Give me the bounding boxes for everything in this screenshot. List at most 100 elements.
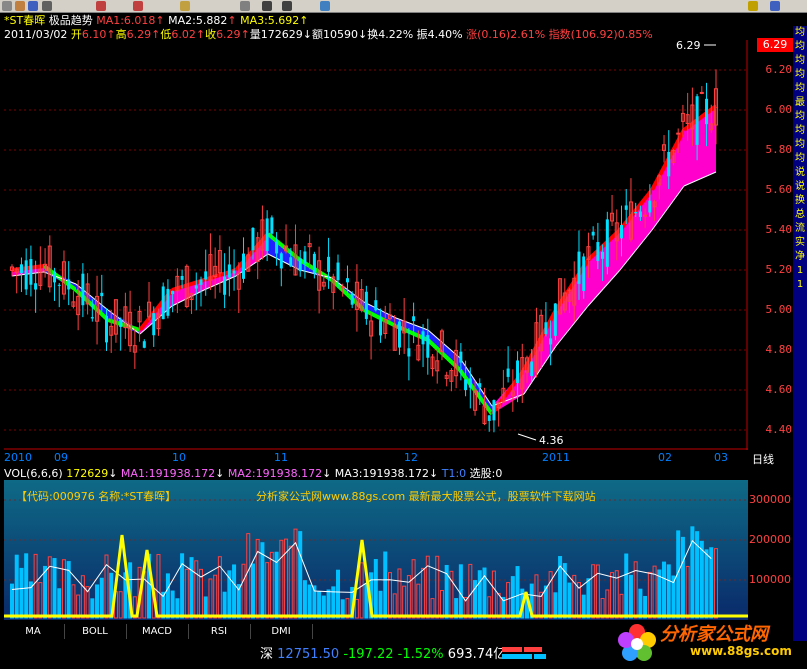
price-tick: 6.20 [765,63,793,76]
volume-bar [699,540,704,619]
bell-icon[interactable] [180,1,190,11]
candle-body [81,273,85,306]
quote-info-line: 2011/03/02 开6.10↑高6.29↑低6.02↑收6.29↑量1726… [4,28,653,41]
right-info-panel[interactable]: 均均均均均最均均均均说说换总流实净11 [793,26,807,646]
vol-current: 172629 [66,467,109,480]
logo-name: 分析家公式网 [660,624,768,645]
price-axis: 6.20 6.00 5.80 5.60 5.40 5.20 5.00 4.80 4.60 4.40 [748,40,794,450]
candle-body [19,264,23,274]
period-label[interactable]: 日线 [752,451,774,467]
volume-bar [402,585,407,619]
zoom-icon[interactable] [240,1,250,11]
volume-bar [354,598,359,619]
candle-body [624,205,628,210]
candle-body [270,217,274,234]
volume-bar [392,593,397,619]
volume-bar [680,536,685,619]
tab-macd[interactable]: MACD [126,624,189,639]
pin-icon-2[interactable] [282,1,292,11]
code-banner: 【代码:000976 名称:*ST春晖】 [16,490,177,503]
volume-bar [662,561,667,619]
volume-bar [170,590,175,619]
volume-bar [279,539,284,619]
pin-icon[interactable] [262,1,272,11]
candle-body [695,96,699,145]
candle-body [667,151,671,177]
vol-select: 选股:0 [469,467,503,480]
tab-ma[interactable]: MA [2,624,65,639]
candle-body [194,285,198,289]
candle-body [379,320,383,336]
candle-body [340,286,345,289]
volume-bar [38,582,43,619]
candle-body [421,331,425,345]
candle-body [100,292,104,297]
tab-rsi[interactable]: RSI [188,624,251,639]
logo-url: www.88gs.com [690,644,792,658]
right-panel-label: 实 [795,237,805,248]
right-panel-label: 均 [795,83,805,94]
candle-body [544,322,548,335]
candle-body [161,286,165,320]
lock-icon[interactable] [748,1,758,11]
volume-bar [704,549,709,619]
candle-body [242,253,246,279]
date-axis: 2010 09 10 11 12 2011 02 03 [4,451,748,464]
candle-body [180,275,184,280]
candle-body [638,211,642,217]
candle-body [582,256,586,291]
volume-bar [439,589,444,619]
volume-bar [397,568,402,619]
candle-body [24,260,28,290]
right-panel-label: 净 [795,251,805,262]
candle-body [676,132,681,135]
market-index: 12751.50 [277,647,340,662]
vol-tick: 200000 [749,533,791,546]
help-icon[interactable] [770,1,780,11]
vol-t1: T1:0 [441,467,467,480]
volume-bar [265,562,270,619]
right-panel-label: 流 [795,223,805,234]
tab-dmi[interactable]: DMI [250,624,313,639]
alarm-icon[interactable] [133,1,143,11]
candle-body [289,257,293,267]
price-tick: 5.80 [765,143,793,156]
candle-body [104,315,108,343]
current-price-tag: 6.29 [757,38,793,52]
price-chart[interactable]: 6.29 4.36 [4,40,748,450]
index-status: 深 12751.50 -197.22 -1.52% 693.74亿 [260,643,506,662]
right-panel-label: 1 [796,279,804,290]
right-panel-label: 说 [795,167,805,178]
volume-bar [165,573,170,619]
volume-bar [515,566,520,619]
candle-body [265,218,269,252]
volume-bar [241,563,246,619]
stock-icon[interactable] [2,1,12,11]
volume-bar [208,578,213,619]
volume-bar [411,559,416,619]
volume-bar [647,571,652,619]
volume-bar [288,545,293,619]
volume-bar [373,559,378,619]
tab-boll[interactable]: BOLL [64,624,127,639]
trend-icon[interactable] [320,1,330,11]
pen-icon[interactable] [15,1,25,11]
candle-body [298,258,302,272]
volume-bar [194,560,199,619]
candle-body [648,200,652,213]
volume-bar [80,575,85,619]
arrow-icon[interactable] [28,1,38,11]
candle-body [549,338,553,345]
candle-body [171,290,175,295]
market-name: 深 [260,647,274,662]
volume-bar [491,570,496,619]
lines-icon[interactable] [42,1,52,11]
price-tick: 6.00 [765,103,793,116]
volume-bar [307,584,312,619]
home-icon[interactable] [96,1,106,11]
volume-bar [269,551,274,619]
volume-bar [458,564,463,619]
candle-body [364,291,368,319]
price-tick: 5.00 [765,303,793,316]
date-tick: 03 [714,451,728,464]
